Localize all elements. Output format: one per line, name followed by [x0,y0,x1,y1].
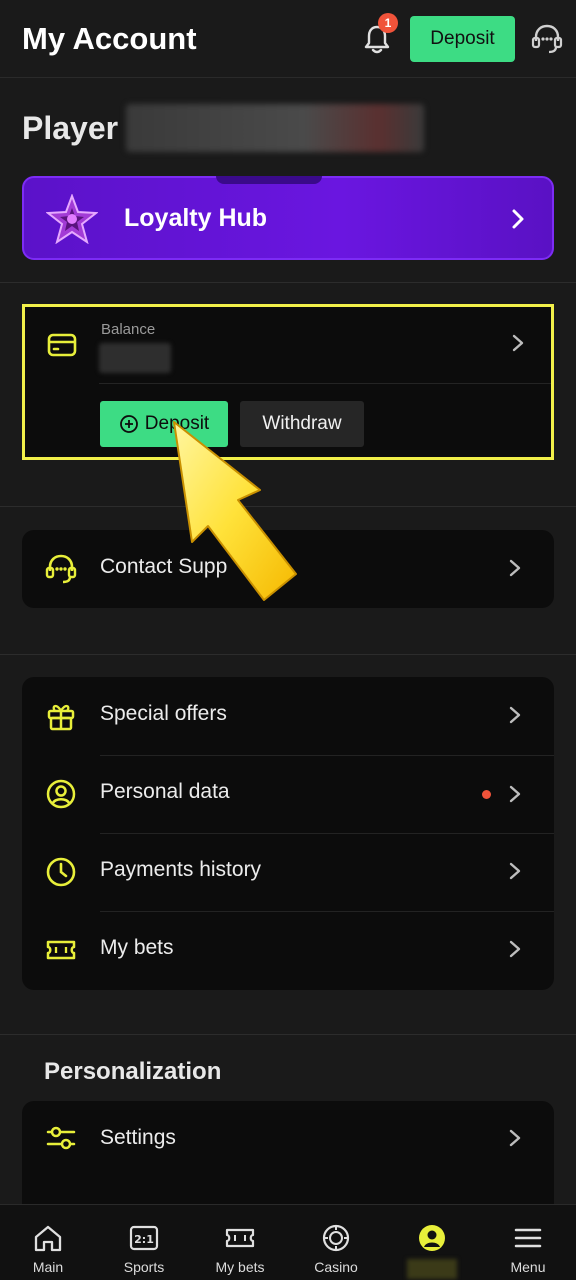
menu-item-personal-data[interactable]: Personal data [22,755,554,833]
chevron-right-icon [512,334,524,352]
loyalty-hub-banner[interactable]: Loyalty Hub [22,176,554,260]
nav-my-bets[interactable]: My bets [192,1205,288,1280]
balance-value-redacted [99,343,171,373]
nav-label: Casino [314,1259,358,1275]
nav-label: Menu [510,1259,546,1275]
ticket-icon [225,1228,255,1248]
player-name-redacted [126,104,425,152]
chevron-right-icon [509,785,521,803]
user-circle-icon [46,779,76,809]
menu-item-label: Special offers [100,702,227,725]
personalization-title: Personalization [44,1058,222,1085]
chevron-right-icon [509,1129,521,1147]
nav-label: Main [32,1259,64,1275]
divider [0,282,576,283]
nav-label-redacted [407,1259,457,1279]
pointer-arrow-icon [173,421,297,601]
nav-account[interactable] [384,1205,480,1280]
star-icon [46,194,98,244]
nav-label: Sports [123,1259,165,1275]
personalization-panel: Settings [22,1101,554,1221]
account-icon [419,1225,445,1251]
menu-item-label: Personal data [100,780,230,803]
bottom-navigation: Main 2:1 Sports My bets Casino Menu [0,1204,576,1280]
menu-item-payments-history[interactable]: Payments history [22,833,554,911]
chevron-right-icon [509,940,521,958]
settings-label: Settings [100,1126,176,1149]
menu-item-special-offers[interactable]: Special offers [22,677,554,755]
header-deposit-button[interactable]: Deposit [410,16,515,62]
svg-text:2:1: 2:1 [134,1233,154,1246]
balance-divider [99,383,551,384]
nav-main[interactable]: Main [0,1205,96,1280]
nav-sports[interactable]: 2:1 Sports [96,1205,192,1280]
notification-dot [482,790,491,799]
chevron-right-icon [512,209,524,229]
loyalty-notch [216,176,322,184]
gift-icon [47,704,75,731]
nav-label: My bets [215,1259,265,1275]
chevron-right-icon [509,559,521,577]
menu-item-label: My bets [100,936,174,959]
home-icon [34,1225,62,1252]
plus-circle-icon [119,415,138,433]
hamburger-icon [514,1228,542,1248]
divider [0,654,576,655]
notification-badge: 1 [378,13,398,33]
balance-label: Balance [101,321,156,338]
clock-icon [46,857,76,887]
menu-item-label: Payments history [100,858,262,881]
player-name-row: Player [22,104,425,152]
divider [0,1034,576,1035]
account-menu-panel: Special offers Personal data Payments hi… [22,677,554,990]
player-label: Player [22,109,119,146]
menu-item-my-bets[interactable]: My bets [22,911,554,989]
chevron-right-icon [509,706,521,724]
chevron-right-icon [509,862,521,880]
nav-menu[interactable]: Menu [480,1205,576,1280]
sliders-icon [46,1126,76,1150]
menu-item-settings[interactable]: Settings [22,1101,554,1179]
loyalty-hub-title: Loyalty Hub [124,204,268,232]
headset-icon [45,554,77,584]
casino-chip-icon [322,1224,350,1252]
ticket-icon [46,940,76,960]
headset-icon[interactable] [530,22,564,56]
credit-card-icon [47,333,77,357]
nav-casino[interactable]: Casino [288,1205,384,1280]
scoreboard-icon: 2:1 [129,1225,159,1251]
